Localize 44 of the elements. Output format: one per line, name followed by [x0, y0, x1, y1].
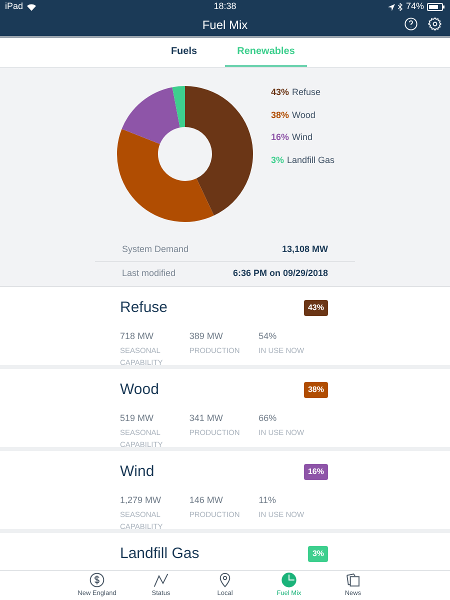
legend-label: Refuse: [292, 86, 321, 99]
summary-value: 13,108 MW: [282, 242, 328, 256]
stat-value: 146 MW: [189, 494, 224, 506]
dollar-circle-icon: [89, 572, 105, 588]
percent-badge: 43%: [304, 300, 328, 316]
legend-label: Wind: [292, 131, 313, 144]
percent-badge: 16%: [304, 464, 328, 480]
stat-value: 11%: [258, 494, 278, 506]
header-title: Fuel Mix: [202, 17, 248, 34]
map-pin-icon: [217, 572, 233, 588]
stat-value: 718 MW: [120, 330, 155, 342]
legend-percent: 3%: [271, 154, 284, 166]
stat-value: 54%: [258, 330, 278, 342]
legend-percent: 38%: [271, 108, 290, 122]
fuel-name: Wood: [120, 380, 159, 400]
stat-value: 66%: [258, 412, 278, 424]
location-arrow-icon: [388, 4, 395, 10]
fuel-name: Wind: [120, 462, 154, 482]
percent-badge: 38%: [304, 382, 328, 398]
stat-value: 341 MW: [189, 412, 224, 424]
battery-icon: [427, 3, 445, 11]
stacked-pages-icon: [345, 572, 361, 588]
device-name: iPad: [5, 0, 24, 14]
fuel-name: Landfill Gas: [120, 544, 200, 564]
legend-label: Landfill Gas: [287, 154, 335, 166]
battery-percent: 74%: [406, 0, 424, 14]
wifi-icon: [27, 4, 36, 10]
segment-tab[interactable]: Fuels: [143, 38, 225, 67]
legend-percent: 16%: [271, 131, 290, 144]
settings-icon[interactable]: [428, 17, 442, 31]
stat-value: 389 MW: [189, 330, 224, 342]
summary-value: 6:36 PM on 09/29/2018: [232, 267, 328, 280]
legend-percent: 43%: [271, 86, 290, 99]
bluetooth-icon: [398, 3, 403, 11]
summary-label: System Demand: [122, 242, 189, 256]
legend-label: Wood: [292, 108, 316, 122]
clock-time: 18:38: [214, 0, 236, 14]
help-icon[interactable]: [404, 17, 418, 31]
percent-badge: 3%: [308, 546, 328, 562]
line-graph-icon: [153, 572, 169, 588]
stat-value: 519 MW: [120, 412, 155, 424]
stat-value: 1,279 MW: [120, 494, 162, 506]
fuel-name: Refuse: [120, 298, 168, 318]
summary-label: Last modified: [122, 267, 176, 280]
